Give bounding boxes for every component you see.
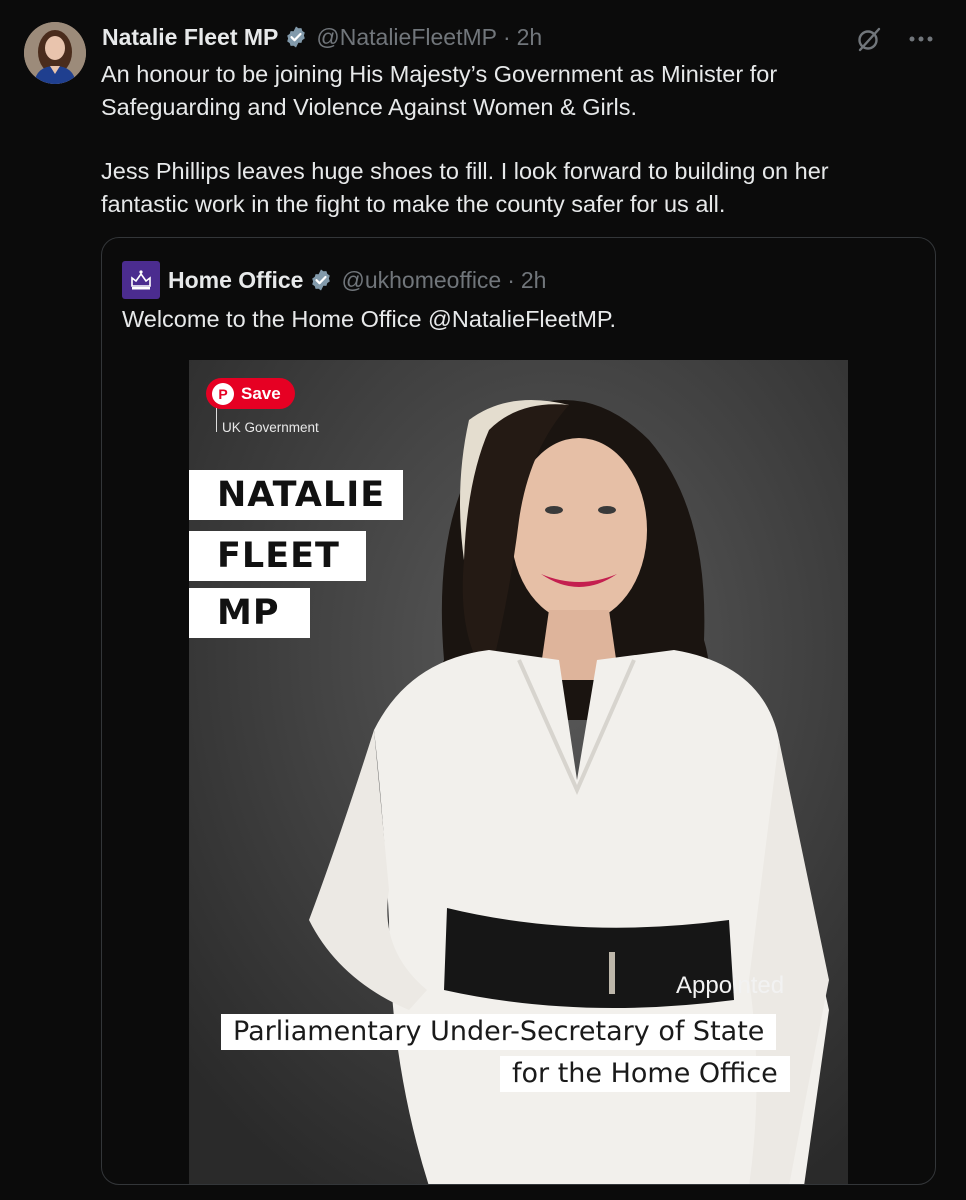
pinterest-save-button[interactable]: P Save: [206, 378, 295, 409]
avatar-photo: [24, 22, 86, 84]
pinterest-icon: P: [212, 382, 234, 405]
tweet-paragraph-2: Jess Phillips leaves huge shoes to fill.…: [101, 158, 829, 217]
tweet-actions: [854, 24, 936, 54]
name-line-3: MP: [189, 588, 310, 638]
grok-icon[interactable]: [854, 24, 884, 54]
quoted-handle[interactable]: @ukhomeoffice: [341, 267, 501, 294]
tweet-paragraph-1: An honour to be joining His Majesty’s Go…: [101, 61, 778, 120]
gov-label: UK Government: [222, 420, 319, 435]
more-icon[interactable]: [906, 24, 936, 54]
name-line-2: FLEET: [189, 531, 366, 581]
verified-badge-icon[interactable]: [309, 268, 333, 292]
save-label: Save: [241, 383, 281, 403]
tweet-text: An honour to be joining His Majesty’s Go…: [101, 58, 921, 220]
tweet[interactable]: Natalie Fleet MP @NatalieFleetMP · 2h An…: [0, 0, 966, 1200]
tweet-header: Natalie Fleet MP @NatalieFleetMP · 2h: [102, 22, 542, 52]
tweet-timestamp[interactable]: 2h: [517, 24, 543, 51]
separator-dot: ·: [507, 266, 515, 293]
verified-badge-icon[interactable]: [284, 25, 308, 49]
separator-dot: ·: [502, 23, 511, 50]
quoted-tweet-image[interactable]: P Save UK Government NATALIE FLEET MP Ap…: [189, 360, 848, 1184]
quoted-tweet-header: Home Office @ukhomeoffice · 2h: [122, 261, 547, 299]
crown-logo-icon[interactable]: [122, 261, 160, 299]
quoted-tweet-text: Welcome to the Home Office @NatalieFleet…: [122, 306, 617, 332]
quoted-tweet[interactable]: Home Office @ukhomeoffice · 2h Welcome t…: [101, 237, 936, 1185]
quoted-timestamp[interactable]: 2h: [521, 267, 547, 294]
author-display-name[interactable]: Natalie Fleet MP: [102, 24, 278, 51]
appointed-label: Appointed: [676, 972, 785, 999]
role-line-1: Parliamentary Under-Secretary of State: [221, 1014, 777, 1050]
role-line-2: for the Home Office: [500, 1056, 790, 1092]
author-handle[interactable]: @NatalieFleetMP: [316, 24, 497, 51]
quoted-display-name[interactable]: Home Office: [168, 267, 303, 294]
author-avatar[interactable]: [24, 22, 86, 84]
name-line-1: NATALIE: [189, 470, 403, 520]
